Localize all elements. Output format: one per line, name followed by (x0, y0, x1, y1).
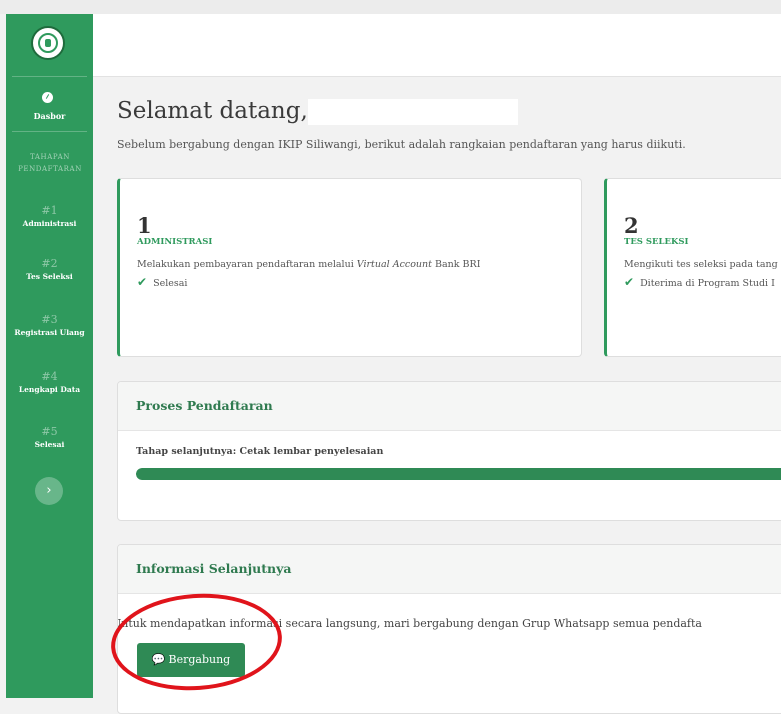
further-info-panel: Informasi Selanjutnya Untuk mendapatkan … (117, 544, 781, 714)
step-card-tes-seleksi: 2 TES SELEKSI Mengikuti tes seleksi pada… (604, 178, 781, 357)
step-card-status: ✔ Selesai (137, 275, 188, 289)
registration-process-panel: Proses Pendaftaran Tahap selanjutnya: Ce… (117, 381, 781, 521)
step-card-title: TES SELEKSI (624, 237, 689, 247)
step-number: #4 (41, 370, 58, 383)
sidebar-divider (12, 76, 87, 77)
step-label: Tes Seleksi (26, 272, 73, 281)
step-number: #3 (41, 313, 58, 326)
step-card-description: Melakukan pembayaran pendaftaran melalui… (137, 259, 481, 270)
page-subtitle: Sebelum bergabung dengan IKIP Siliwangi,… (117, 138, 686, 151)
sidebar-item-lengkapi-data[interactable]: #4 Lengkapi Data (6, 370, 93, 395)
panel-header: Informasi Selanjutnya (118, 545, 781, 594)
step-card-description: Mengikuti tes seleksi pada tang (624, 259, 778, 270)
tachometer-icon (42, 92, 53, 103)
button-label: Bergabung (168, 653, 231, 666)
sidebar-item-selesai[interactable]: #5 Selesai (6, 425, 93, 450)
page-title: Selamat datang, N (117, 98, 336, 124)
sidebar-divider (12, 131, 87, 132)
step-card-title: ADMINISTRASI (137, 237, 213, 247)
step-card-number: 1 (137, 213, 152, 238)
top-header (93, 14, 781, 77)
sidebar-toggle-button[interactable]: › (35, 477, 63, 505)
sidebar: Dasbor TAHAPAN PENDAFTARAN #1 Administra… (6, 14, 93, 698)
check-icon: ✔ (137, 275, 148, 289)
step-card-number: 2 (624, 213, 639, 238)
sidebar-item-administrasi[interactable]: #1 Administrasi (6, 204, 93, 229)
panel-title: Informasi Selanjutnya (136, 561, 292, 576)
panel-title: Proses Pendaftaran (136, 398, 273, 413)
step-number: #5 (41, 425, 58, 438)
step-card-status: ✔ Diterima di Program Studi I (624, 275, 775, 289)
sidebar-item-registrasi-ulang[interactable]: #3 Registrasi Ulang (6, 313, 93, 338)
step-label: Registrasi Ulang (14, 328, 85, 337)
top-strip (0, 0, 781, 14)
sidebar-item-label: Dasbor (33, 111, 66, 121)
panel-header: Proses Pendaftaran (118, 382, 781, 431)
info-text: Untuk mendapatkan informasi secara langs… (117, 617, 702, 630)
step-label: Administrasi (22, 219, 77, 228)
progress-bar (136, 468, 781, 480)
university-logo[interactable] (31, 26, 65, 60)
join-whatsapp-button[interactable]: 💬 Bergabung (137, 643, 245, 677)
chat-bubble-icon: 💬 (151, 653, 166, 666)
chevron-right-icon: › (46, 483, 52, 498)
check-icon: ✔ (624, 275, 635, 289)
next-step-text: Tahap selanjutnya: Cetak lembar penyeles… (136, 446, 384, 457)
step-number: #1 (41, 204, 58, 217)
step-card-administrasi: 1 ADMINISTRASI Melakukan pembayaran pend… (117, 178, 582, 357)
step-label: Lengkapi Data (18, 385, 81, 394)
redacted-name (308, 99, 518, 125)
sidebar-section-heading: TAHAPAN PENDAFTARAN (18, 153, 82, 173)
sidebar-item-tes-seleksi[interactable]: #2 Tes Seleksi (6, 257, 93, 282)
step-number: #2 (41, 257, 58, 270)
step-label: Selesai (34, 440, 65, 449)
progress-bar-fill (136, 468, 781, 480)
